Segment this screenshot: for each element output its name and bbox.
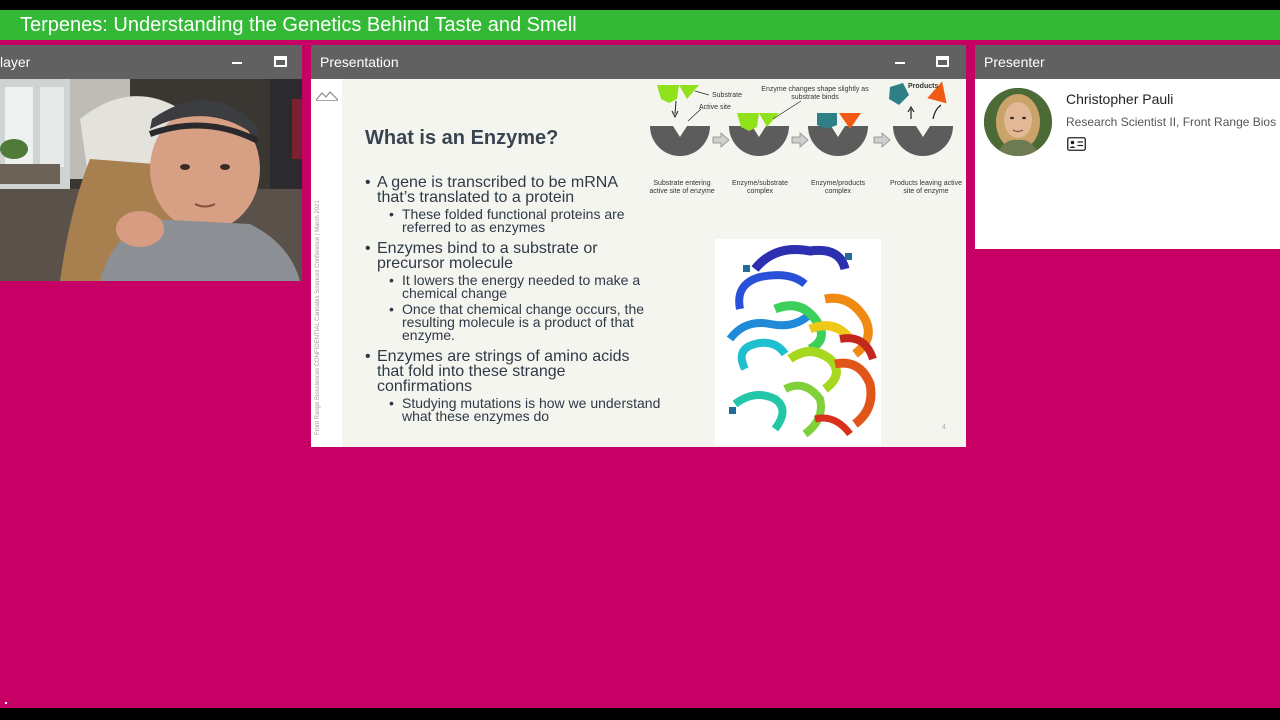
minimize-icon [895,62,905,64]
sub-bullet-text: Once that chemical change occurs, the re… [402,301,645,343]
maximize-presentation-button[interactable] [933,52,953,72]
presentation-panel-label: Presentation [320,54,399,70]
bullet-dot: • [365,240,371,257]
bullet-text: Enzymes are strings of amino acids that … [377,348,630,395]
minimize-icon [232,62,242,64]
player-header: layer [0,45,302,79]
bullet-dot: • [365,174,371,191]
presenter-photo [984,88,1052,156]
sub-bullet: • Once that chemical change occurs, the … [389,301,669,343]
company-logo-icon [316,91,338,101]
contact-card-icon[interactable] [1067,137,1086,151]
player-panel-label: layer [0,54,31,70]
active-site-label: Active site [699,104,731,111]
slide-page-number: 4 [942,424,946,431]
diagram-caption: Enzyme/products complex [810,180,866,195]
presenter-header: Presenter [975,45,1280,79]
sub-bullet-text: It lowers the energy needed to make a ch… [402,272,641,301]
webcam-video[interactable] [0,79,302,281]
protein-ribbon-graphic [726,244,877,438]
presenter-name: Christopher Pauli [1066,91,1174,107]
slide: Front Range Biosciences CONFIDENTIAL Can… [311,79,966,447]
diagram-caption: Products leaving active site of enzyme [890,180,962,195]
bullet: • Enzymes are strings of amino acids tha… [365,348,655,395]
bullet: • A gene is transcribed to be mRNA that’… [365,174,655,206]
sub-bullet-text: These folded functional proteins are ref… [402,206,625,235]
maximize-icon [936,56,949,67]
bullet: • Enzymes bind to a substrate or precurs… [365,240,655,272]
maximize-icon [274,56,287,67]
webcam-frame-image [0,79,302,281]
avatar [984,88,1052,156]
session-title: Terpenes: Understanding the Genetics Beh… [20,14,577,36]
shape-change-label: Enzyme changes shape slightly as substra… [761,86,869,101]
presentation-panel: Presentation Front Range Biosciences CON… [311,45,966,447]
bullet-dot: • [389,395,394,411]
app-stage: Terpenes: Understanding the Genetics Beh… [0,0,1280,720]
minimize-player-button[interactable] [227,52,247,72]
minimize-presentation-button[interactable] [890,52,910,72]
maximize-player-button[interactable] [271,52,291,72]
bullet-dot: • [389,272,394,288]
bullet-text: A gene is transcribed to be mRNA that’s … [377,174,618,206]
corner-dot [5,702,7,704]
substrate-label: Substrate [712,92,742,99]
bullet-dot: • [365,348,371,365]
slide-side-margin: Front Range Biosciences CONFIDENTIAL Can… [311,79,342,447]
sub-bullet-text: Studying mutations is how we understand … [402,395,661,424]
enzyme-diagram: Substrate Active site Enzyme changes sha… [643,79,966,203]
sub-bullet: • Studying mutations is how we understan… [389,395,669,424]
protein-structure-image [715,239,881,445]
bullet-dot: • [389,301,394,317]
presenter-role: Research Scientist II, Front Range Bios [1066,115,1277,129]
diagram-caption: Enzyme/substrate complex [731,180,789,195]
bullet-text: Enzymes bind to a substrate or precursor… [377,240,598,272]
sub-bullet: • These folded functional proteins are r… [389,206,669,235]
session-title-bar: Terpenes: Understanding the Genetics Beh… [0,10,1280,40]
products-label: Products [908,83,939,90]
player-panel: layer [0,45,302,281]
presenter-panel-label: Presenter [984,54,1045,70]
sub-bullet: • It lowers the energy needed to make a … [389,272,669,301]
diagram-caption: Substrate entering active site of enzyme [649,180,715,195]
presentation-header: Presentation [311,45,966,79]
slide-title: What is an Enzyme? [365,127,559,149]
slide-footer-text: Front Range Biosciences CONFIDENTIAL Can… [315,200,321,435]
bullet-dot: • [389,206,394,222]
presenter-panel: Presenter Christopher Pauli Research Sci… [975,45,1280,249]
